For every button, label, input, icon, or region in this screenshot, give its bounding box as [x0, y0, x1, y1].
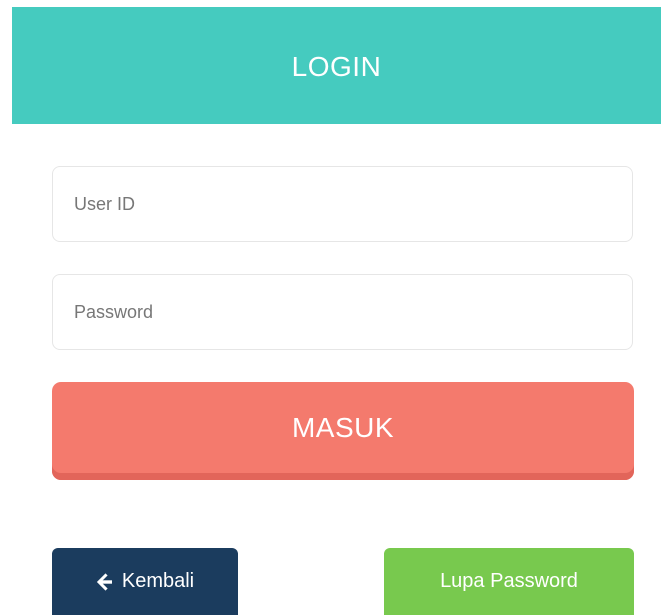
password-input[interactable]: [52, 274, 633, 350]
page-title: LOGIN: [291, 50, 382, 82]
login-submit-button[interactable]: MASUK: [52, 382, 634, 480]
arrow-left-icon: [96, 572, 114, 591]
login-submit-label: MASUK: [291, 411, 395, 443]
user-id-input[interactable]: [52, 166, 633, 242]
back-button[interactable]: Kembali: [52, 548, 238, 615]
back-button-label: Kembali: [121, 570, 195, 592]
forgot-password-button[interactable]: Lupa Password: [384, 548, 634, 615]
login-header: LOGIN: [12, 7, 661, 124]
forgot-password-label: Lupa Password: [440, 570, 578, 592]
